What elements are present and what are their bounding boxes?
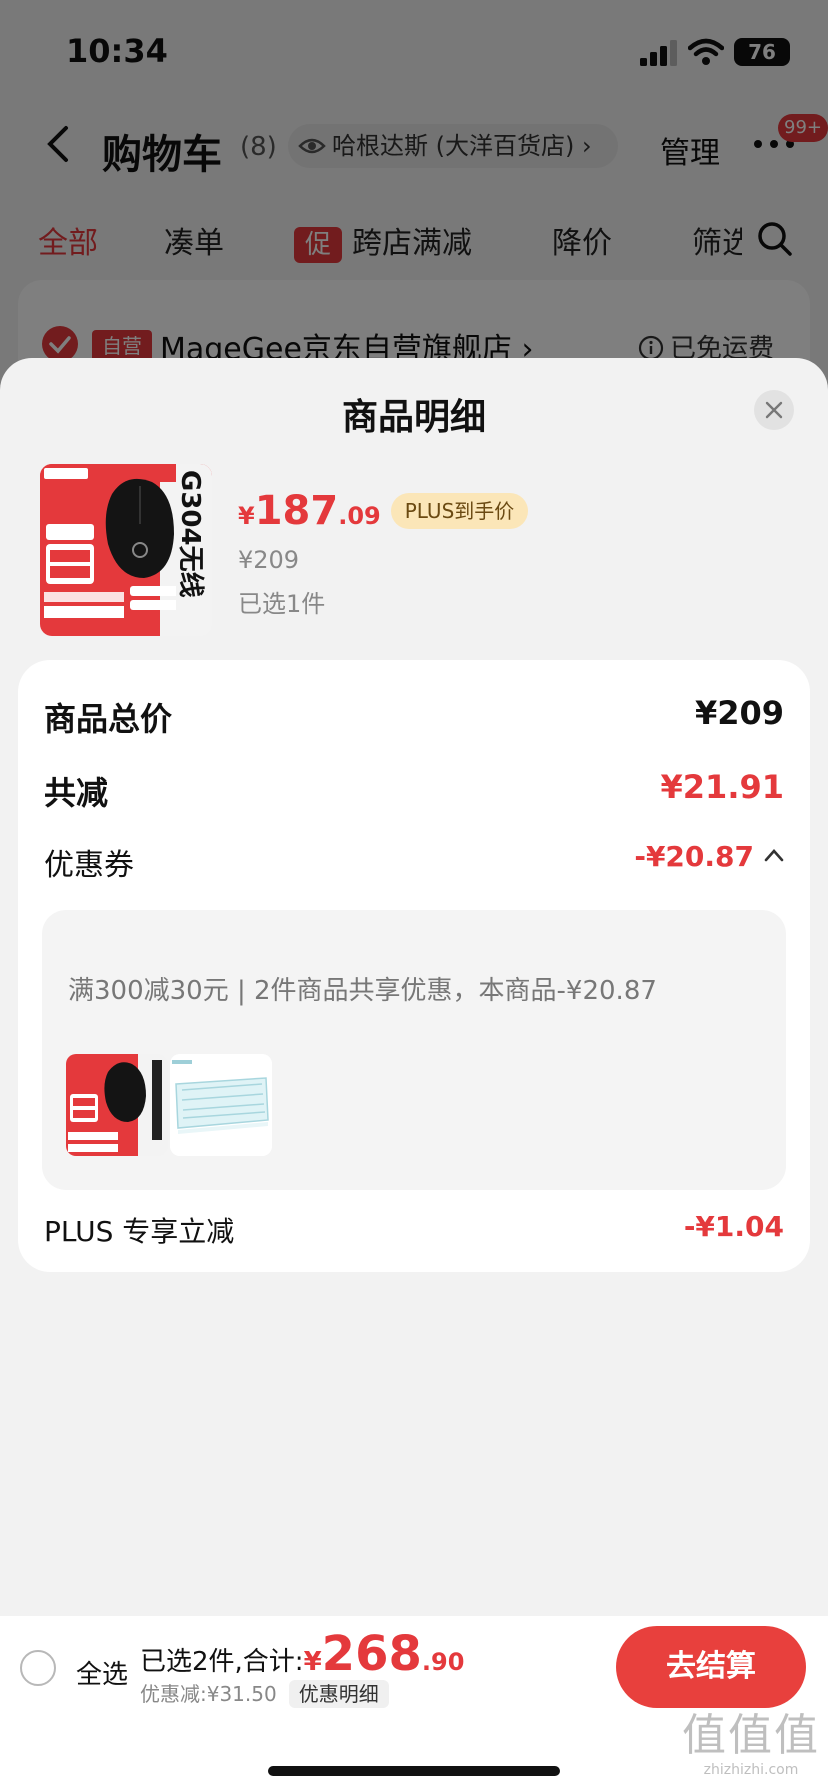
price-decimal: .09 [338,502,381,530]
sheet-title: 商品明细 [341,397,486,438]
mouse-thumbnail-graphic [66,1054,168,1156]
total-currency: ¥ [303,1647,322,1677]
coupon-label: 优惠券 [44,848,134,883]
product-price: ¥187.09 PLUS到手价 [238,488,529,534]
selected-total-label: 已选2件,合计: [140,1647,304,1677]
checkout-button[interactable]: 去结算 [616,1626,806,1708]
plus-discount-value: -¥1.04 [683,1210,784,1243]
coupon-item-thumbnail[interactable] [66,1054,168,1156]
select-all-radio[interactable] [20,1650,56,1686]
home-indicator[interactable] [268,1766,560,1776]
original-price: ¥209 [238,546,300,574]
close-button[interactable] [754,390,794,430]
plus-price-badge: PLUS到手价 [390,493,529,529]
discount-amount: 优惠减:¥31.50 [140,1682,277,1706]
coupon-detail-text: 满300减30元 | 2件商品共享优惠，本商品-¥20.87 [68,976,657,1006]
watermark: 值值值 zhizhizhi.com [676,1710,826,1790]
price-currency: ¥ [238,502,255,530]
discount-detail-link[interactable]: 优惠明细 [288,1680,389,1708]
plus-discount-label: PLUS 专享立减 [44,1215,235,1248]
total-reduce-label: 共减 [44,774,109,812]
price-detail-card: 商品总价 ¥209 共减 ¥21.91 优惠券 -¥20.87 满300减30元… [18,660,810,1272]
close-icon [765,401,783,419]
price-integer: 187 [254,488,339,534]
total-price-label: 商品总价 [44,700,173,738]
coupon-detail-box: 满300减30元 | 2件商品共享优惠，本商品-¥20.87 [42,910,786,1190]
checkout-bar: 全选 已选2件,合计:¥268.90 优惠减:¥31.50 优惠明细 去结算 [0,1616,828,1716]
watermark-logo: 值值值 [682,1710,820,1761]
chevron-up-icon [764,849,784,862]
total-reduce-value: ¥21.91 [660,768,784,806]
product-image: G304无线 [40,464,212,636]
coupon-toggle[interactable]: -¥20.87 [634,840,784,873]
watermark-url: zhizhizhi.com [703,1762,799,1778]
selected-count: 已选1件 [238,590,326,618]
discount-summary: 优惠减:¥31.50 优惠明细 [140,1678,389,1708]
product-image-text: G304无线 [175,470,205,598]
select-all-label[interactable]: 全选 [76,1654,128,1691]
coupon-value: -¥20.87 [634,840,754,873]
keyboard-thumbnail-graphic [170,1054,272,1156]
modal-overlay[interactable] [0,0,828,380]
mouse-product-graphic: G304无线 [40,464,212,636]
coupon-item-thumbnail[interactable] [170,1054,272,1156]
product-detail-sheet: 商品明细 G304无线 ¥187.09 PLUS到手价 ¥209 已选1件 商品… [0,358,828,1792]
total-price-value: ¥209 [694,694,784,732]
total-line: 已选2件,合计:¥268.90 [140,1626,464,1682]
total-decimal: .90 [421,1648,465,1676]
total-integer: 268 [321,1626,422,1682]
cart-page-background: 10:34 76 购物车 (8) 哈根达斯 (大洋百货店) › 管理 [0,0,828,380]
